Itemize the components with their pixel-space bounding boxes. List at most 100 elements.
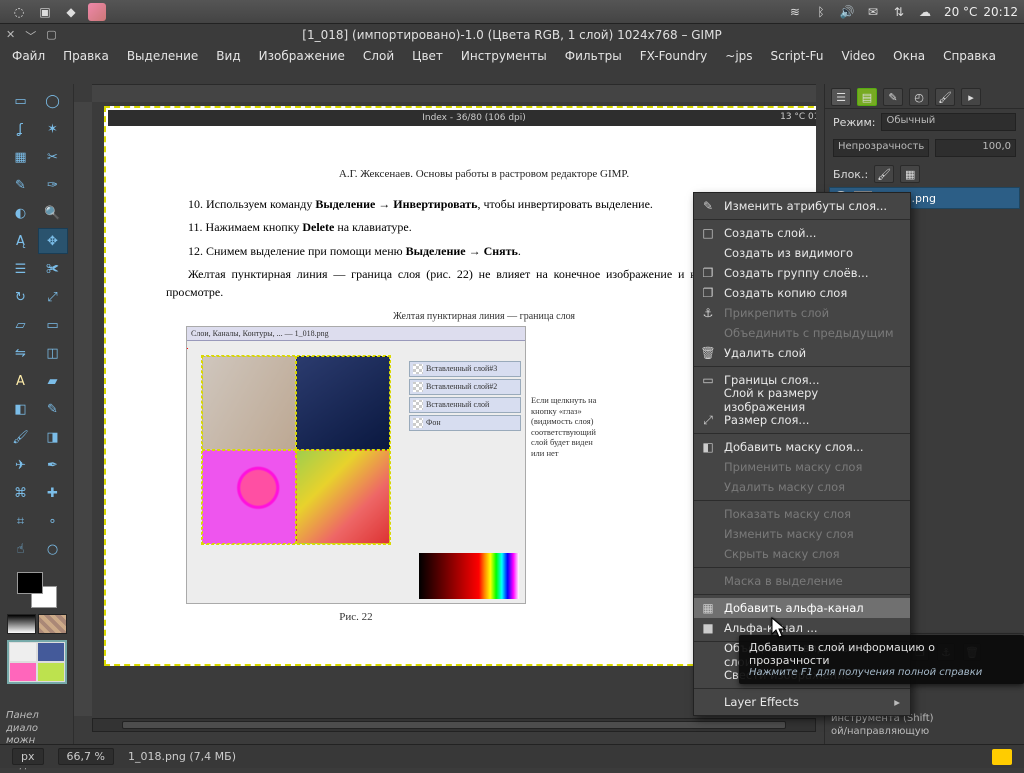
bluetooth-icon[interactable]: ᛒ: [812, 3, 830, 21]
ctx-item-icon: □: [700, 225, 716, 241]
tab-paths[interactable]: ✎: [883, 88, 903, 106]
ctx-layer-effects[interactable]: Layer Effects▸: [694, 692, 910, 712]
tool-rotate[interactable]: ↻: [6, 284, 36, 310]
mail-icon[interactable]: ✉: [864, 3, 882, 21]
tool-flip[interactable]: ⇋: [6, 340, 36, 366]
tool-dodge[interactable]: ○: [38, 536, 68, 562]
scrollbar-horizontal[interactable]: [92, 718, 816, 732]
status-zoom[interactable]: 66,7 %: [58, 748, 114, 765]
tool-by-color[interactable]: ▦: [6, 144, 36, 170]
tool-scale[interactable]: ⤢: [38, 284, 68, 310]
ctx-создать-из-видимого[interactable]: Создать из видимого: [694, 243, 910, 263]
menu-view[interactable]: Вид: [216, 49, 240, 63]
tool-shear[interactable]: ▱: [6, 312, 36, 338]
figure-number: Рис. 22: [187, 611, 525, 623]
mode-select[interactable]: Обычный: [881, 113, 1016, 131]
tool-text[interactable]: A: [6, 368, 36, 394]
menu-video[interactable]: Video: [842, 49, 876, 63]
tool-scissors[interactable]: ✂: [38, 144, 68, 170]
tool-bucket[interactable]: ▰: [38, 368, 68, 394]
fg-color[interactable]: [17, 572, 43, 594]
tool-ink[interactable]: ✒: [38, 452, 68, 478]
tool-eraser[interactable]: ◨: [38, 424, 68, 450]
tab-layers[interactable]: ☰: [831, 88, 851, 106]
tool-foreground[interactable]: ✎: [6, 172, 36, 198]
apps-icon[interactable]: ▣: [36, 3, 54, 21]
tool-paths[interactable]: ✑: [38, 172, 68, 198]
network-icon[interactable]: ⇅: [890, 3, 908, 21]
tool-blur[interactable]: ∘: [38, 508, 68, 534]
tool-fuzzy-select[interactable]: ✶: [38, 116, 68, 142]
ctx-item-icon: ■: [700, 620, 716, 636]
ruler-vertical[interactable]: [74, 102, 92, 716]
ctx-удалить-слой[interactable]: 🗑Удалить слой: [694, 343, 910, 363]
menu-select[interactable]: Выделение: [127, 49, 198, 63]
ruler-horizontal[interactable]: [92, 84, 816, 102]
ctx-item-icon: [700, 573, 716, 589]
tool-crop[interactable]: ✀: [38, 256, 68, 282]
tab-play[interactable]: ▸: [961, 88, 981, 106]
menu-windows[interactable]: Окна: [893, 49, 925, 63]
tool-persp-clone[interactable]: ⌗: [6, 508, 36, 534]
tool-blend[interactable]: ◧: [6, 396, 36, 422]
ctx-добавить-альфа-канал[interactable]: ▦Добавить альфа-канал: [694, 598, 910, 618]
menu-jps[interactable]: ~jps: [725, 49, 752, 63]
window-minimize-button[interactable]: ﹀: [25, 28, 36, 44]
tool-move[interactable]: ✥: [38, 228, 68, 254]
lock-alpha-icon[interactable]: ▦: [900, 165, 920, 183]
tool-perspective[interactable]: ▭: [38, 312, 68, 338]
tool-clone[interactable]: ⌘: [6, 480, 36, 506]
tab-brush[interactable]: 🖌: [935, 88, 955, 106]
ctx-создать-группу-слоёв[interactable]: ❐Создать группу слоёв...: [694, 263, 910, 283]
tool-cage[interactable]: ◫: [38, 340, 68, 366]
lock-pixels-icon[interactable]: 🖌: [874, 165, 894, 183]
ctx-слой-к-размеру-изображения[interactable]: Слой к размеру изображения: [694, 390, 910, 410]
tool-pencil[interactable]: ✎: [38, 396, 68, 422]
tool-heal[interactable]: ✚: [38, 480, 68, 506]
opacity-value[interactable]: 100,0: [935, 139, 1016, 157]
dash-icon[interactable]: ◌: [10, 3, 28, 21]
window-maximize-button[interactable]: ▢: [46, 28, 56, 44]
ctx-изменить-атрибуты-слоя[interactable]: ✎Изменить атрибуты слоя...: [694, 196, 910, 216]
status-unit[interactable]: px: [12, 748, 44, 765]
ctx-item-icon: ❐: [700, 265, 716, 281]
menu-scriptfu[interactable]: Script-Fu: [771, 49, 824, 63]
tool-smudge[interactable]: ☝: [6, 536, 36, 562]
menu-fxfoundry[interactable]: FX-Foundry: [640, 49, 708, 63]
status-end-icon[interactable]: [992, 749, 1012, 765]
menu-file[interactable]: Файл: [12, 49, 45, 63]
tool-rect-select[interactable]: ▭: [6, 88, 36, 114]
menu-colors[interactable]: Цвет: [412, 49, 443, 63]
menu-image[interactable]: Изображение: [259, 49, 345, 63]
menu-tools[interactable]: Инструменты: [461, 49, 547, 63]
menu-help[interactable]: Справка: [943, 49, 996, 63]
menu-edit[interactable]: Правка: [63, 49, 109, 63]
menu-filters[interactable]: Фильтры: [565, 49, 622, 63]
gimp-icon[interactable]: ◆: [62, 3, 80, 21]
avatar-icon[interactable]: [88, 3, 106, 21]
menu-layer[interactable]: Слой: [363, 49, 394, 63]
activity-icon[interactable]: ≋: [786, 3, 804, 21]
ctx-создать-копию-слоя[interactable]: ❐Создать копию слоя: [694, 283, 910, 303]
color-swatches[interactable]: [17, 572, 57, 608]
pattern-thumb[interactable]: [38, 614, 67, 634]
volume-icon[interactable]: 🔊: [838, 3, 856, 21]
tab-channels[interactable]: ▤: [857, 88, 877, 106]
tool-color-picker[interactable]: ◐: [6, 200, 36, 226]
ctx-создать-слой[interactable]: □Создать слой...: [694, 223, 910, 243]
dock-tab-strip: ☰ ▤ ✎ ◴ 🖌 ▸: [825, 84, 1024, 109]
window-close-button[interactable]: ✕: [6, 28, 15, 44]
active-image-thumb[interactable]: [7, 640, 67, 684]
tool-measure[interactable]: Ą: [6, 228, 36, 254]
tab-history[interactable]: ◴: [909, 88, 929, 106]
weather-icon[interactable]: ☁: [916, 3, 934, 21]
tool-free-select[interactable]: ʆ: [6, 116, 36, 142]
ctx-скрыть-маску-слоя: Скрыть маску слоя: [694, 544, 910, 564]
tool-zoom[interactable]: 🔍: [38, 200, 68, 226]
tool-ellipse-select[interactable]: ◯: [38, 88, 68, 114]
gradient-thumb[interactable]: [7, 614, 36, 634]
tool-airbrush[interactable]: ✈: [6, 452, 36, 478]
tool-align[interactable]: ☰: [6, 256, 36, 282]
tool-paintbrush[interactable]: 🖌: [6, 424, 36, 450]
ctx-добавить-маску-слоя[interactable]: ◧Добавить маску слоя...: [694, 437, 910, 457]
